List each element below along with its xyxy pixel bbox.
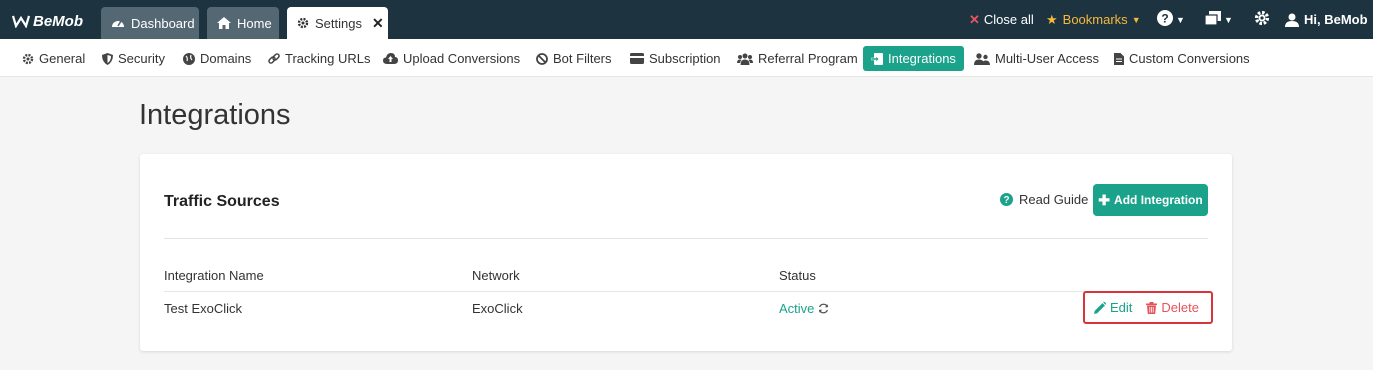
nav-label: Subscription xyxy=(649,51,721,66)
nav-label: Bot Filters xyxy=(553,51,612,66)
bemob-logo-icon xyxy=(12,15,30,28)
gear-icon xyxy=(297,17,309,29)
svg-text:?: ? xyxy=(1003,195,1009,206)
user-icon xyxy=(1285,13,1299,27)
add-integration-label: Add Integration xyxy=(1114,193,1203,207)
trash-icon xyxy=(1146,301,1158,314)
chevron-down-icon: ▼ xyxy=(1131,14,1141,25)
nav-item-integrations[interactable]: Integrations xyxy=(863,46,964,71)
close-tab-icon[interactable]: ✕ xyxy=(372,15,384,32)
cloud-upload-icon xyxy=(383,53,398,64)
page-title: Integrations xyxy=(139,99,291,131)
nav-item-custom-conversions[interactable]: Custom Conversions xyxy=(1111,46,1253,71)
settings-button[interactable] xyxy=(1254,0,1270,39)
nav-item-subscription[interactable]: Subscription xyxy=(627,46,724,71)
traffic-sources-card: Traffic Sources ? Read Guide ✚ Add Integ… xyxy=(140,154,1232,351)
user-greeting: Hi, BeMob xyxy=(1304,12,1368,27)
nav-label: General xyxy=(39,51,86,66)
close-all-label: Close all xyxy=(983,12,1034,27)
chevron-down-icon: ▼ xyxy=(1224,14,1233,25)
edit-label: Edit xyxy=(1110,300,1133,315)
ban-icon xyxy=(536,52,548,65)
tab-label: Home xyxy=(237,15,272,31)
add-integration-button[interactable]: ✚ Add Integration xyxy=(1093,184,1208,216)
logo-text: BeMob xyxy=(33,12,83,30)
row-actions: Edit Delete xyxy=(1083,291,1213,324)
gear-icon xyxy=(22,53,34,65)
bookmarks-dropdown[interactable]: ★ Bookmarks ▼ xyxy=(1046,0,1141,39)
chevron-down-icon: ▼ xyxy=(1176,14,1185,25)
read-guide-label: Read Guide xyxy=(1019,192,1089,207)
windows-icon xyxy=(1204,11,1221,28)
nav-label: Tracking URLs xyxy=(285,51,371,66)
nav-item-domains[interactable]: Domains xyxy=(180,46,254,71)
nav-item-security[interactable]: Security xyxy=(99,46,168,71)
nav-label: Referral Program xyxy=(758,51,858,66)
nav-item-multi-user-access[interactable]: Multi-User Access xyxy=(971,46,1102,71)
edit-button[interactable]: Edit xyxy=(1094,300,1132,315)
tab-label: Settings xyxy=(315,15,362,31)
nav-item-bot-filters[interactable]: Bot Filters xyxy=(533,46,615,71)
dashboard-icon xyxy=(111,17,125,29)
divider xyxy=(164,238,1208,239)
section-title: Traffic Sources xyxy=(164,193,280,210)
column-header-status[interactable]: Status xyxy=(779,268,816,283)
file-icon xyxy=(1114,52,1124,65)
star-icon: ★ xyxy=(1046,11,1058,27)
close-icon: ✕ xyxy=(969,11,980,27)
sign-in-icon xyxy=(871,52,883,65)
nav-label: Security xyxy=(118,51,165,66)
svg-text:?: ? xyxy=(1161,12,1168,26)
nav-item-referral-program[interactable]: Referral Program xyxy=(734,46,861,71)
status-cell: Active xyxy=(779,301,829,316)
windows-dropdown[interactable]: ▼ xyxy=(1204,0,1233,39)
refresh-icon[interactable] xyxy=(818,303,829,314)
column-header-integration-name[interactable]: Integration Name xyxy=(164,268,264,283)
status-badge: Active xyxy=(779,301,815,316)
shield-icon xyxy=(102,52,113,65)
nav-item-tracking-urls[interactable]: Tracking URLs xyxy=(265,46,373,71)
settings-nav: General Security Domains Tracking URLs U… xyxy=(0,39,1373,77)
gear-icon xyxy=(1254,10,1270,29)
nav-item-general[interactable]: General xyxy=(19,46,88,71)
read-guide-link[interactable]: ? Read Guide xyxy=(1000,192,1088,207)
nav-item-upload-conversions[interactable]: Upload Conversions xyxy=(380,46,523,71)
link-icon xyxy=(268,52,280,65)
question-circle-icon: ? xyxy=(1000,193,1013,206)
nav-label: Domains xyxy=(200,51,252,66)
column-header-network[interactable]: Network xyxy=(472,268,520,283)
credit-card-icon xyxy=(630,53,644,64)
bookmarks-label: Bookmarks xyxy=(1062,12,1128,27)
delete-label: Delete xyxy=(1161,300,1199,315)
table-row-divider xyxy=(164,291,1208,292)
users-icon xyxy=(737,53,753,65)
user-menu[interactable]: Hi, BeMob xyxy=(1285,0,1368,39)
integration-name-cell: Test ExoClick xyxy=(164,301,243,316)
pencil-icon xyxy=(1094,301,1106,314)
delete-button[interactable]: Delete xyxy=(1146,300,1199,315)
logo[interactable]: BeMob xyxy=(12,12,83,30)
tab-settings[interactable]: Settings ✕ xyxy=(287,7,388,39)
nav-label: Multi-User Access xyxy=(995,51,1100,66)
nav-label: Custom Conversions xyxy=(1129,51,1250,66)
nav-label: Integrations xyxy=(888,51,956,66)
user-group-icon xyxy=(974,52,990,65)
plus-icon: ✚ xyxy=(1098,191,1111,208)
tab-home[interactable]: Home xyxy=(207,7,279,39)
tab-label: Dashboard xyxy=(131,15,195,31)
home-icon xyxy=(217,17,231,29)
help-dropdown[interactable]: ? ▼ xyxy=(1157,0,1185,39)
tab-dashboard[interactable]: Dashboard xyxy=(101,7,199,39)
close-all-button[interactable]: ✕ Close all xyxy=(969,0,1034,39)
question-circle-icon: ? xyxy=(1157,10,1173,29)
nav-label: Upload Conversions xyxy=(403,51,521,66)
globe-icon xyxy=(183,52,195,65)
network-cell: ExoClick xyxy=(472,301,523,316)
top-bar: BeMob Dashboard Home Settings ✕ ✕ Close … xyxy=(0,0,1373,39)
